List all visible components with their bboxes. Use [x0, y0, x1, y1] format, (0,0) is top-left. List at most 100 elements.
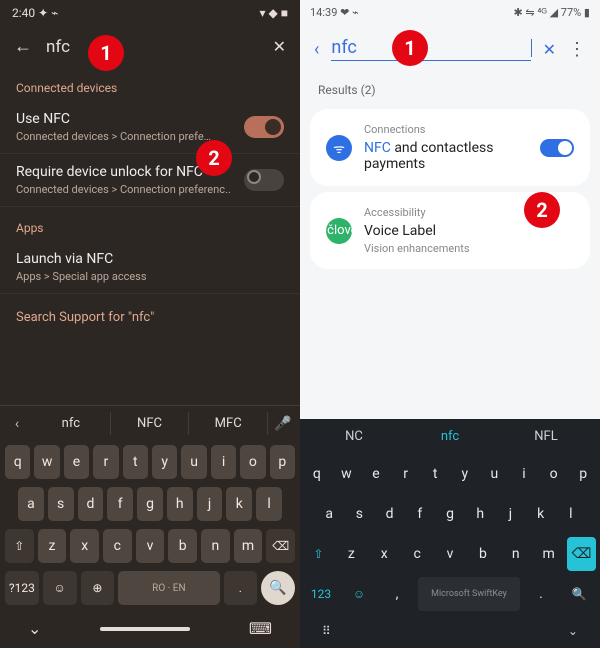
key[interactable]: r [93, 445, 118, 479]
space-key[interactable]: RO · EN [118, 571, 219, 605]
key[interactable]: p [570, 457, 596, 491]
key[interactable]: b [168, 529, 197, 563]
key[interactable]: g [437, 497, 463, 531]
numbers-key[interactable]: 123 [304, 577, 338, 611]
key[interactable]: v [136, 529, 165, 563]
nav-down-icon[interactable]: ⌄ [568, 624, 578, 638]
callout-2-right: 2 [524, 192, 560, 228]
key[interactable]: q [5, 445, 30, 479]
key[interactable]: s [48, 487, 74, 521]
suggestion[interactable]: NC [306, 429, 402, 444]
key[interactable]: d [78, 487, 104, 521]
lang-key[interactable]: ⊕ [81, 571, 115, 605]
search-key[interactable]: 🔍 [261, 571, 295, 605]
key[interactable]: n [501, 537, 530, 571]
key[interactable]: f [407, 497, 433, 531]
emoji-key[interactable]: ☺ [43, 571, 77, 605]
key[interactable]: d [376, 497, 402, 531]
period-key[interactable]: . [524, 577, 558, 611]
clear-icon[interactable]: ✕ [273, 37, 286, 56]
key[interactable]: a [316, 497, 342, 531]
key[interactable]: k [226, 487, 252, 521]
key[interactable]: c [403, 537, 432, 571]
key[interactable]: i [511, 457, 537, 491]
key[interactable]: h [467, 497, 493, 531]
key[interactable]: j [197, 487, 223, 521]
key[interactable]: a [18, 487, 44, 521]
comma-key[interactable]: , [380, 577, 414, 611]
key[interactable]: e [363, 457, 389, 491]
search-key[interactable]: 🔍 [562, 577, 596, 611]
grid-icon[interactable]: ⠿ [322, 624, 331, 638]
back-icon[interactable]: ‹ [314, 39, 319, 60]
key[interactable]: f [107, 487, 133, 521]
key[interactable]: g [137, 487, 163, 521]
row-sub: Connected devices > Connection preferenc… [16, 183, 234, 196]
key[interactable]: c [103, 529, 132, 563]
key[interactable]: y [452, 457, 478, 491]
key[interactable]: j [497, 497, 523, 531]
backspace-key[interactable]: ⌫ [567, 537, 596, 571]
key[interactable]: t [123, 445, 148, 479]
suggestion[interactable]: NFC [111, 412, 190, 435]
back-icon[interactable]: ← [14, 36, 32, 57]
arrow-left-icon[interactable]: ‹ [2, 416, 32, 432]
key[interactable]: t [422, 457, 448, 491]
key[interactable]: s [346, 497, 372, 531]
key[interactable]: z [38, 529, 67, 563]
key[interactable]: v [436, 537, 465, 571]
key[interactable]: y [152, 445, 177, 479]
key[interactable]: k [528, 497, 554, 531]
nav-pill[interactable] [100, 627, 190, 631]
callout-1-left: 1 [88, 35, 124, 71]
clear-icon[interactable]: ✕ [543, 40, 556, 59]
status-bar: 14:39 ❤ ⌁ ✱ ⇋ ⁴ᴳ ◢ 77% ▮ [300, 0, 600, 25]
key[interactable]: m [234, 529, 263, 563]
row-launch-via-nfc[interactable]: Launch via NFC Apps > Special app access [0, 241, 300, 294]
toggle-nfc-payments[interactable] [540, 139, 574, 157]
key[interactable]: h [167, 487, 193, 521]
key[interactable]: l [256, 487, 282, 521]
key[interactable]: m [534, 537, 563, 571]
shift-key[interactable]: ⇧ [5, 529, 34, 563]
emoji-key[interactable]: ☺ [342, 577, 376, 611]
key[interactable]: x [70, 529, 99, 563]
key[interactable]: w [334, 457, 360, 491]
key[interactable]: o [541, 457, 567, 491]
key[interactable]: b [468, 537, 497, 571]
suggestion[interactable]: nfc [402, 429, 498, 444]
key[interactable]: o [240, 445, 265, 479]
backspace-key[interactable]: ⌫ [266, 529, 295, 563]
key[interactable]: z [337, 537, 366, 571]
row-use-nfc[interactable]: Use NFC Connected devices > Connection p… [0, 101, 300, 154]
toggle-use-nfc[interactable] [244, 116, 284, 138]
key[interactable]: q [304, 457, 330, 491]
key[interactable]: l [558, 497, 584, 531]
key[interactable]: e [64, 445, 89, 479]
key[interactable]: u [181, 445, 206, 479]
nav-down-icon[interactable]: ⌄ [28, 619, 41, 638]
space-key[interactable]: Microsoft SwiftKey [418, 577, 520, 611]
numbers-key[interactable]: ?123 [5, 571, 39, 605]
mic-icon[interactable]: 🎤 [268, 416, 298, 432]
key[interactable]: n [201, 529, 230, 563]
suggestion[interactable]: MFC [189, 412, 268, 435]
suggestion[interactable]: NFL [498, 429, 594, 444]
result-connections[interactable]: ᯤ Connections NFC and contactless paymen… [310, 109, 590, 186]
key[interactable]: r [393, 457, 419, 491]
search-support-link[interactable]: Search Support for "nfc" [0, 294, 300, 341]
search-input[interactable]: nfc [331, 37, 530, 61]
key[interactable]: x [370, 537, 399, 571]
key[interactable]: u [482, 457, 508, 491]
row-require-unlock[interactable]: Require device unlock for NFC Connected … [0, 154, 300, 207]
key[interactable]: p [270, 445, 295, 479]
period-key[interactable]: . [224, 571, 258, 605]
toggle-require-unlock[interactable] [244, 169, 284, 191]
keyboard-switch-icon[interactable]: ⌨ [249, 619, 272, 638]
key[interactable]: i [211, 445, 236, 479]
suggestion[interactable]: nfc [32, 412, 111, 435]
search-input[interactable]: nfc [46, 37, 259, 57]
more-icon[interactable]: ⋮ [568, 39, 586, 60]
key[interactable]: w [34, 445, 59, 479]
shift-key[interactable]: ⇧ [304, 537, 333, 571]
